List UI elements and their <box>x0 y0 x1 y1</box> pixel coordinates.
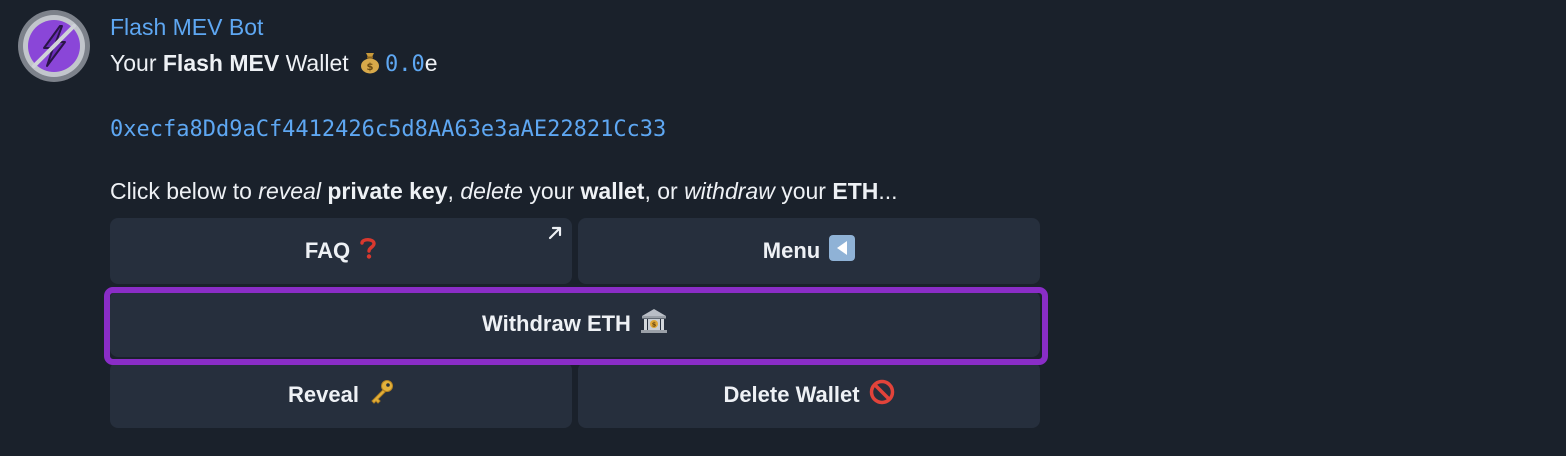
wallet-address[interactable]: 0xecfa8Dd9aCf4412426c5d8AA63e3aAE22821Cc… <box>110 117 666 142</box>
delete-wallet-button[interactable]: Delete Wallet <box>578 362 1040 428</box>
prohibited-icon <box>869 379 895 411</box>
bot-avatar[interactable] <box>18 10 90 82</box>
lightning-bolt-icon <box>32 24 76 68</box>
wallet-balance[interactable]: 0.0 <box>385 52 425 77</box>
withdraw-button-label: Withdraw ETH <box>482 311 631 336</box>
bank-icon: $ <box>640 307 668 341</box>
external-link-arrow-icon <box>548 226 562 240</box>
reveal-button[interactable]: Reveal <box>110 362 572 428</box>
instructions-text: Click below to reveal private key, delet… <box>110 178 898 204</box>
back-arrow-icon <box>829 235 856 267</box>
wallet-balance-line: Your Flash MEV Wallet $ 0.0e <box>110 50 438 77</box>
delete-button-label: Delete Wallet <box>723 382 860 407</box>
key-icon <box>368 379 394 411</box>
wallet-address-line: 0xecfa8Dd9aCf4412426c5d8AA63e3aAE22821Cc… <box>110 114 666 144</box>
telegram-chat-view: Flash MEV Bot Your Flash MEV Wallet $ 0.… <box>0 0 1566 456</box>
menu-button-label: Menu <box>762 238 821 263</box>
reveal-button-label: Reveal <box>288 382 359 407</box>
svg-text:$: $ <box>652 321 657 329</box>
red-question-mark-icon <box>359 236 377 266</box>
money-bag-icon: $ <box>361 53 380 74</box>
withdraw-eth-button[interactable]: Withdraw ETH $ <box>110 291 1040 357</box>
menu-button[interactable]: Menu <box>578 218 1040 284</box>
faq-button[interactable]: FAQ <box>110 218 572 284</box>
sender-name[interactable]: Flash MEV Bot <box>110 13 263 41</box>
faq-button-label: FAQ <box>304 238 351 263</box>
svg-text:$: $ <box>367 62 374 73</box>
